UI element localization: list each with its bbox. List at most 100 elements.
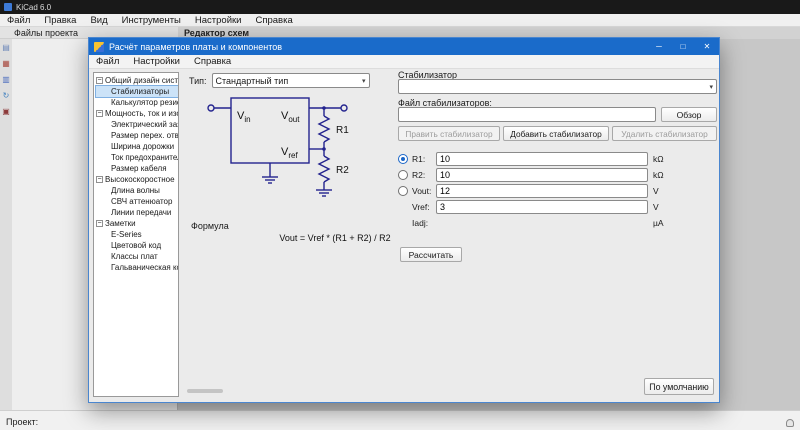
menu-item-Настройки[interactable]: Настройки bbox=[188, 14, 249, 26]
pcb-icon[interactable]: ▦ bbox=[1, 59, 11, 69]
library-icon[interactable]: ▣ bbox=[1, 107, 11, 117]
field-label-Vout: Vout: bbox=[412, 186, 432, 196]
tree-item-Размер кабеля[interactable]: Размер кабеля bbox=[96, 163, 178, 174]
unit-label-Vout: V bbox=[653, 186, 659, 196]
input-R2[interactable] bbox=[436, 168, 648, 182]
tree-item-Гальваническая коррозия[interactable]: Гальваническая коррозия bbox=[96, 262, 178, 273]
browse-button[interactable]: Обзор bbox=[661, 107, 717, 122]
r1-label: R1 bbox=[336, 125, 349, 136]
calculator-tree: −Общий дизайн системыСтабилизаторыКальку… bbox=[93, 72, 179, 397]
regulator-file-input[interactable] bbox=[398, 107, 656, 122]
kicad-logo-icon bbox=[4, 3, 12, 11]
radio-Vout[interactable] bbox=[398, 186, 408, 196]
edit-regulator-button[interactable]: Править стабилизатор bbox=[398, 126, 500, 141]
dialog-menubar: Файл Настройки Справка bbox=[89, 55, 719, 69]
tree-item-Стабилизаторы[interactable]: Стабилизаторы bbox=[95, 85, 178, 98]
vin-label: Vin bbox=[237, 110, 251, 124]
regulator-type-value: Стандартный тип bbox=[215, 75, 289, 86]
remove-regulator-button[interactable]: Удалить стабилизатор bbox=[612, 126, 717, 141]
minimize-button[interactable]: ─ bbox=[647, 38, 671, 55]
tree-group-Мощность, ток и изоляция[interactable]: −Мощность, ток и изоляция bbox=[96, 108, 178, 119]
vref-label: Vref bbox=[281, 146, 298, 160]
add-regulator-button[interactable]: Добавить стабилизатор bbox=[503, 126, 609, 141]
calculate-button[interactable]: Рассчитать bbox=[400, 247, 462, 262]
chevron-down-icon: ▾ bbox=[362, 77, 366, 85]
tree-group-label: Мощность, ток и изоляция bbox=[105, 109, 178, 118]
regulator-select[interactable]: ▾ bbox=[398, 79, 717, 94]
menu-item-Файл[interactable]: Файл bbox=[89, 55, 126, 68]
tree-item-Электрический зазор[interactable]: Электрический зазор bbox=[96, 119, 178, 130]
regulator-fields: R1: kΩ R2: kΩ Vout: V Vref: V Iadj: µA bbox=[398, 151, 717, 231]
close-button[interactable]: ✕ bbox=[695, 38, 719, 55]
menu-item-Файл[interactable]: Файл bbox=[0, 14, 37, 26]
pcb-calculator-dialog: Расчёт параметров платы и компонентов ─ … bbox=[88, 37, 720, 403]
menu-item-Инструменты[interactable]: Инструменты bbox=[115, 14, 188, 26]
tree-item-Ток предохранителя[interactable]: Ток предохранителя bbox=[96, 152, 178, 163]
tree-item-Цветовой код[interactable]: Цветовой код bbox=[96, 240, 178, 251]
collapse-icon[interactable]: − bbox=[96, 77, 103, 85]
tree-group-Высокоскоростное[interactable]: − Высокоскоростное bbox=[96, 174, 178, 185]
tree-item-Длина волны[interactable]: Длина волны bbox=[96, 185, 178, 196]
menu-item-Настройки[interactable]: Настройки bbox=[126, 55, 187, 68]
tree-item-Ширина дорожки[interactable]: Ширина дорожки bbox=[96, 141, 178, 152]
unit-label-Iadj: µA bbox=[653, 218, 664, 228]
field-label-R2: R2: bbox=[412, 170, 426, 180]
formula-label: Формула bbox=[191, 221, 229, 231]
regulator-type-select[interactable]: Стандартный тип ▾ bbox=[211, 73, 370, 88]
collapse-icon[interactable]: − bbox=[96, 220, 103, 228]
collapse-icon[interactable]: − bbox=[96, 176, 103, 184]
regulator-page: Тип: Стандартный тип ▾ Vin Vout Vref R1 … bbox=[181, 69, 717, 398]
radio-R1[interactable] bbox=[398, 154, 408, 164]
tree-item-Калькулятор резисторов[interactable]: Калькулятор резисторов bbox=[96, 97, 178, 108]
input-Vout[interactable] bbox=[436, 184, 648, 198]
project-files-label: Файлы проекта bbox=[14, 27, 79, 38]
tree-group-label: Общий дизайн системы bbox=[105, 76, 178, 85]
notification-bell-icon[interactable] bbox=[786, 419, 794, 427]
sheet-icon[interactable]: ▤ bbox=[1, 43, 11, 53]
app-title: KiCad 6.0 bbox=[16, 2, 52, 12]
field-row-Vref: Vref: V bbox=[398, 199, 717, 215]
tree-item-Классы плат[interactable]: Классы плат bbox=[96, 251, 178, 262]
unit-label-R1: kΩ bbox=[653, 154, 664, 164]
schematic-icon[interactable]: ▥ bbox=[1, 75, 11, 85]
field-label-Vref: Vref: bbox=[412, 202, 430, 212]
field-row-R2: R2: kΩ bbox=[398, 167, 717, 183]
collapse-icon[interactable]: − bbox=[96, 110, 103, 118]
tree-group-Общий дизайн системы[interactable]: −Общий дизайн системы bbox=[96, 75, 178, 86]
type-label: Тип: bbox=[189, 75, 207, 86]
menu-item-Правка[interactable]: Правка bbox=[37, 14, 83, 26]
dialog-title: Расчёт параметров платы и компонентов bbox=[109, 41, 283, 52]
field-row-R1: R1: kΩ bbox=[398, 151, 717, 167]
input-Vref[interactable] bbox=[436, 200, 648, 214]
tree-item-Линии передачи[interactable]: Линии передачи bbox=[96, 207, 178, 218]
unit-label-R2: kΩ bbox=[653, 170, 664, 180]
menu-item-Справка[interactable]: Справка bbox=[187, 55, 238, 68]
formula-text: Vout = Vref * (R1 + R2) / R2 bbox=[279, 233, 391, 243]
chevron-down-icon: ▾ bbox=[709, 83, 713, 91]
tree-item-СВЧ аттенюатор[interactable]: СВЧ аттенюатор bbox=[96, 196, 178, 207]
field-row-Iadj: Iadj: µA bbox=[398, 215, 717, 231]
dialog-titlebar[interactable]: Расчёт параметров платы и компонентов ─ … bbox=[89, 38, 719, 55]
app-menubar: Файл Правка Вид Инструменты Настройки Справка bbox=[0, 14, 800, 27]
tree-group-Заметки[interactable]: − Заметки bbox=[96, 218, 178, 229]
vout-label: Vout bbox=[281, 110, 300, 124]
field-label-Iadj: Iadj: bbox=[412, 218, 429, 228]
defaults-button[interactable]: По умолчанию bbox=[644, 378, 714, 395]
status-project-label: Проект: bbox=[6, 417, 39, 427]
tree-item-Размер перех. отв.[interactable]: Размер перех. отв. bbox=[96, 130, 178, 141]
app-titlebar: KiCad 6.0 bbox=[0, 0, 800, 14]
menu-item-Справка[interactable]: Справка bbox=[248, 14, 299, 26]
tree-item-E-Series[interactable]: E-Series bbox=[96, 229, 178, 240]
left-toolbar: ▤ ▦ ▥ ↻ ▣ bbox=[0, 39, 12, 410]
statusbar: Проект: bbox=[0, 410, 800, 430]
radio-R2[interactable] bbox=[398, 170, 408, 180]
unit-label-Vref: V bbox=[653, 202, 659, 212]
calculator-icon bbox=[94, 41, 104, 52]
tree-group-label: Высокоскоростное bbox=[105, 175, 175, 184]
field-row-Vout: Vout: V bbox=[398, 183, 717, 199]
refresh-icon[interactable]: ↻ bbox=[1, 91, 11, 101]
menu-item-Вид[interactable]: Вид bbox=[83, 14, 114, 26]
input-R1[interactable] bbox=[436, 152, 648, 166]
tree-group-label: Заметки bbox=[105, 219, 136, 228]
maximize-button[interactable]: □ bbox=[671, 38, 695, 55]
